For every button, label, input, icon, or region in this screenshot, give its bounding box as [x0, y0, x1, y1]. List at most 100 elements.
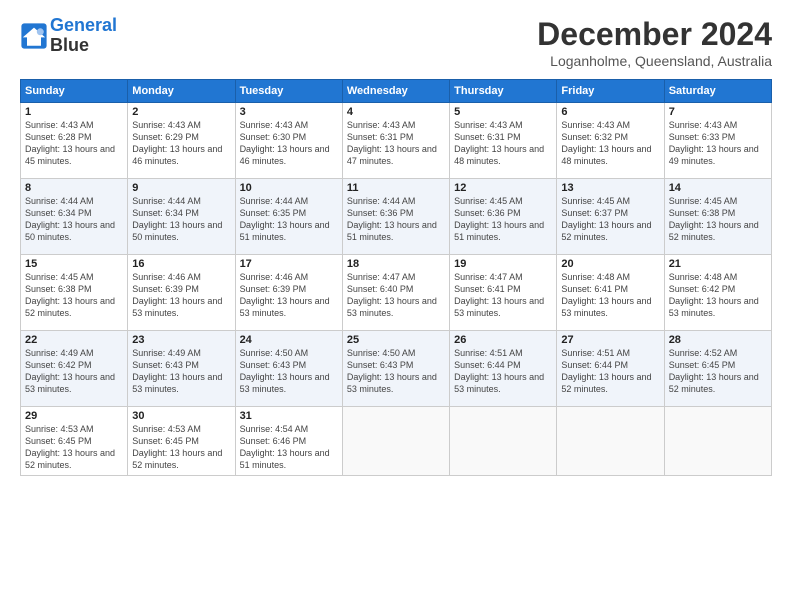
- day-number: 27: [561, 334, 659, 346]
- day-info: Sunrise: 4:45 AM Sunset: 6:38 PM Dayligh…: [25, 271, 123, 320]
- day-info: Sunrise: 4:48 AM Sunset: 6:42 PM Dayligh…: [669, 271, 767, 320]
- logo-text: General Blue: [50, 16, 117, 56]
- table-row: 21 Sunrise: 4:48 AM Sunset: 6:42 PM Dayl…: [664, 255, 771, 331]
- table-row: 6 Sunrise: 4:43 AM Sunset: 6:32 PM Dayli…: [557, 103, 664, 179]
- day-info: Sunrise: 4:53 AM Sunset: 6:45 PM Dayligh…: [25, 423, 123, 472]
- table-row: 31 Sunrise: 4:54 AM Sunset: 6:46 PM Dayl…: [235, 407, 342, 476]
- day-info: Sunrise: 4:43 AM Sunset: 6:32 PM Dayligh…: [561, 119, 659, 168]
- day-info: Sunrise: 4:45 AM Sunset: 6:36 PM Dayligh…: [454, 195, 552, 244]
- day-number: 29: [25, 410, 123, 422]
- day-number: 28: [669, 334, 767, 346]
- day-number: 17: [240, 258, 338, 270]
- calendar-table: Sunday Monday Tuesday Wednesday Thursday…: [20, 79, 772, 476]
- day-info: Sunrise: 4:45 AM Sunset: 6:38 PM Dayligh…: [669, 195, 767, 244]
- day-number: 6: [561, 106, 659, 118]
- table-row: 26 Sunrise: 4:51 AM Sunset: 6:44 PM Dayl…: [450, 331, 557, 407]
- table-row: [342, 407, 449, 476]
- table-row: 20 Sunrise: 4:48 AM Sunset: 6:41 PM Dayl…: [557, 255, 664, 331]
- table-row: 19 Sunrise: 4:47 AM Sunset: 6:41 PM Dayl…: [450, 255, 557, 331]
- table-row: 12 Sunrise: 4:45 AM Sunset: 6:36 PM Dayl…: [450, 179, 557, 255]
- day-info: Sunrise: 4:49 AM Sunset: 6:42 PM Dayligh…: [25, 347, 123, 396]
- table-row: 8 Sunrise: 4:44 AM Sunset: 6:34 PM Dayli…: [21, 179, 128, 255]
- day-info: Sunrise: 4:48 AM Sunset: 6:41 PM Dayligh…: [561, 271, 659, 320]
- table-row: [557, 407, 664, 476]
- month-title: December 2024: [537, 16, 772, 53]
- table-row: 2 Sunrise: 4:43 AM Sunset: 6:29 PM Dayli…: [128, 103, 235, 179]
- header-tuesday: Tuesday: [235, 80, 342, 103]
- logo-icon: [20, 22, 48, 50]
- table-row: 30 Sunrise: 4:53 AM Sunset: 6:45 PM Dayl…: [128, 407, 235, 476]
- location-title: Loganholme, Queensland, Australia: [537, 53, 772, 69]
- table-row: 9 Sunrise: 4:44 AM Sunset: 6:34 PM Dayli…: [128, 179, 235, 255]
- table-row: [664, 407, 771, 476]
- day-number: 8: [25, 182, 123, 194]
- day-info: Sunrise: 4:47 AM Sunset: 6:41 PM Dayligh…: [454, 271, 552, 320]
- day-number: 18: [347, 258, 445, 270]
- day-number: 5: [454, 106, 552, 118]
- weekday-header-row: Sunday Monday Tuesday Wednesday Thursday…: [21, 80, 772, 103]
- day-number: 16: [132, 258, 230, 270]
- day-number: 26: [454, 334, 552, 346]
- day-number: 10: [240, 182, 338, 194]
- logo: General Blue: [20, 16, 117, 56]
- table-row: 4 Sunrise: 4:43 AM Sunset: 6:31 PM Dayli…: [342, 103, 449, 179]
- day-number: 14: [669, 182, 767, 194]
- day-info: Sunrise: 4:51 AM Sunset: 6:44 PM Dayligh…: [454, 347, 552, 396]
- table-row: 7 Sunrise: 4:43 AM Sunset: 6:33 PM Dayli…: [664, 103, 771, 179]
- table-row: 13 Sunrise: 4:45 AM Sunset: 6:37 PM Dayl…: [557, 179, 664, 255]
- day-number: 2: [132, 106, 230, 118]
- day-number: 7: [669, 106, 767, 118]
- day-number: 1: [25, 106, 123, 118]
- table-row: 24 Sunrise: 4:50 AM Sunset: 6:43 PM Dayl…: [235, 331, 342, 407]
- table-row: 3 Sunrise: 4:43 AM Sunset: 6:30 PM Dayli…: [235, 103, 342, 179]
- day-info: Sunrise: 4:49 AM Sunset: 6:43 PM Dayligh…: [132, 347, 230, 396]
- day-info: Sunrise: 4:44 AM Sunset: 6:36 PM Dayligh…: [347, 195, 445, 244]
- header-sunday: Sunday: [21, 80, 128, 103]
- day-number: 15: [25, 258, 123, 270]
- day-info: Sunrise: 4:43 AM Sunset: 6:28 PM Dayligh…: [25, 119, 123, 168]
- table-row: 1 Sunrise: 4:43 AM Sunset: 6:28 PM Dayli…: [21, 103, 128, 179]
- day-number: 22: [25, 334, 123, 346]
- table-row: 25 Sunrise: 4:50 AM Sunset: 6:43 PM Dayl…: [342, 331, 449, 407]
- day-number: 24: [240, 334, 338, 346]
- day-info: Sunrise: 4:46 AM Sunset: 6:39 PM Dayligh…: [240, 271, 338, 320]
- day-info: Sunrise: 4:43 AM Sunset: 6:30 PM Dayligh…: [240, 119, 338, 168]
- day-info: Sunrise: 4:46 AM Sunset: 6:39 PM Dayligh…: [132, 271, 230, 320]
- page: General Blue December 2024 Loganholme, Q…: [0, 0, 792, 612]
- table-row: 23 Sunrise: 4:49 AM Sunset: 6:43 PM Dayl…: [128, 331, 235, 407]
- day-info: Sunrise: 4:53 AM Sunset: 6:45 PM Dayligh…: [132, 423, 230, 472]
- day-number: 30: [132, 410, 230, 422]
- day-info: Sunrise: 4:44 AM Sunset: 6:34 PM Dayligh…: [132, 195, 230, 244]
- day-info: Sunrise: 4:44 AM Sunset: 6:34 PM Dayligh…: [25, 195, 123, 244]
- day-number: 19: [454, 258, 552, 270]
- day-info: Sunrise: 4:52 AM Sunset: 6:45 PM Dayligh…: [669, 347, 767, 396]
- day-number: 3: [240, 106, 338, 118]
- table-row: 22 Sunrise: 4:49 AM Sunset: 6:42 PM Dayl…: [21, 331, 128, 407]
- day-number: 23: [132, 334, 230, 346]
- day-number: 31: [240, 410, 338, 422]
- table-row: 14 Sunrise: 4:45 AM Sunset: 6:38 PM Dayl…: [664, 179, 771, 255]
- table-row: 11 Sunrise: 4:44 AM Sunset: 6:36 PM Dayl…: [342, 179, 449, 255]
- day-info: Sunrise: 4:50 AM Sunset: 6:43 PM Dayligh…: [347, 347, 445, 396]
- day-number: 20: [561, 258, 659, 270]
- header-saturday: Saturday: [664, 80, 771, 103]
- day-info: Sunrise: 4:43 AM Sunset: 6:33 PM Dayligh…: [669, 119, 767, 168]
- table-row: 17 Sunrise: 4:46 AM Sunset: 6:39 PM Dayl…: [235, 255, 342, 331]
- header-thursday: Thursday: [450, 80, 557, 103]
- header-friday: Friday: [557, 80, 664, 103]
- day-number: 13: [561, 182, 659, 194]
- day-number: 9: [132, 182, 230, 194]
- day-info: Sunrise: 4:43 AM Sunset: 6:31 PM Dayligh…: [454, 119, 552, 168]
- header-monday: Monday: [128, 80, 235, 103]
- table-row: 16 Sunrise: 4:46 AM Sunset: 6:39 PM Dayl…: [128, 255, 235, 331]
- day-info: Sunrise: 4:44 AM Sunset: 6:35 PM Dayligh…: [240, 195, 338, 244]
- day-info: Sunrise: 4:47 AM Sunset: 6:40 PM Dayligh…: [347, 271, 445, 320]
- day-info: Sunrise: 4:43 AM Sunset: 6:31 PM Dayligh…: [347, 119, 445, 168]
- day-info: Sunrise: 4:50 AM Sunset: 6:43 PM Dayligh…: [240, 347, 338, 396]
- day-info: Sunrise: 4:43 AM Sunset: 6:29 PM Dayligh…: [132, 119, 230, 168]
- header-wednesday: Wednesday: [342, 80, 449, 103]
- day-number: 12: [454, 182, 552, 194]
- day-number: 4: [347, 106, 445, 118]
- title-block: December 2024 Loganholme, Queensland, Au…: [537, 16, 772, 69]
- table-row: [450, 407, 557, 476]
